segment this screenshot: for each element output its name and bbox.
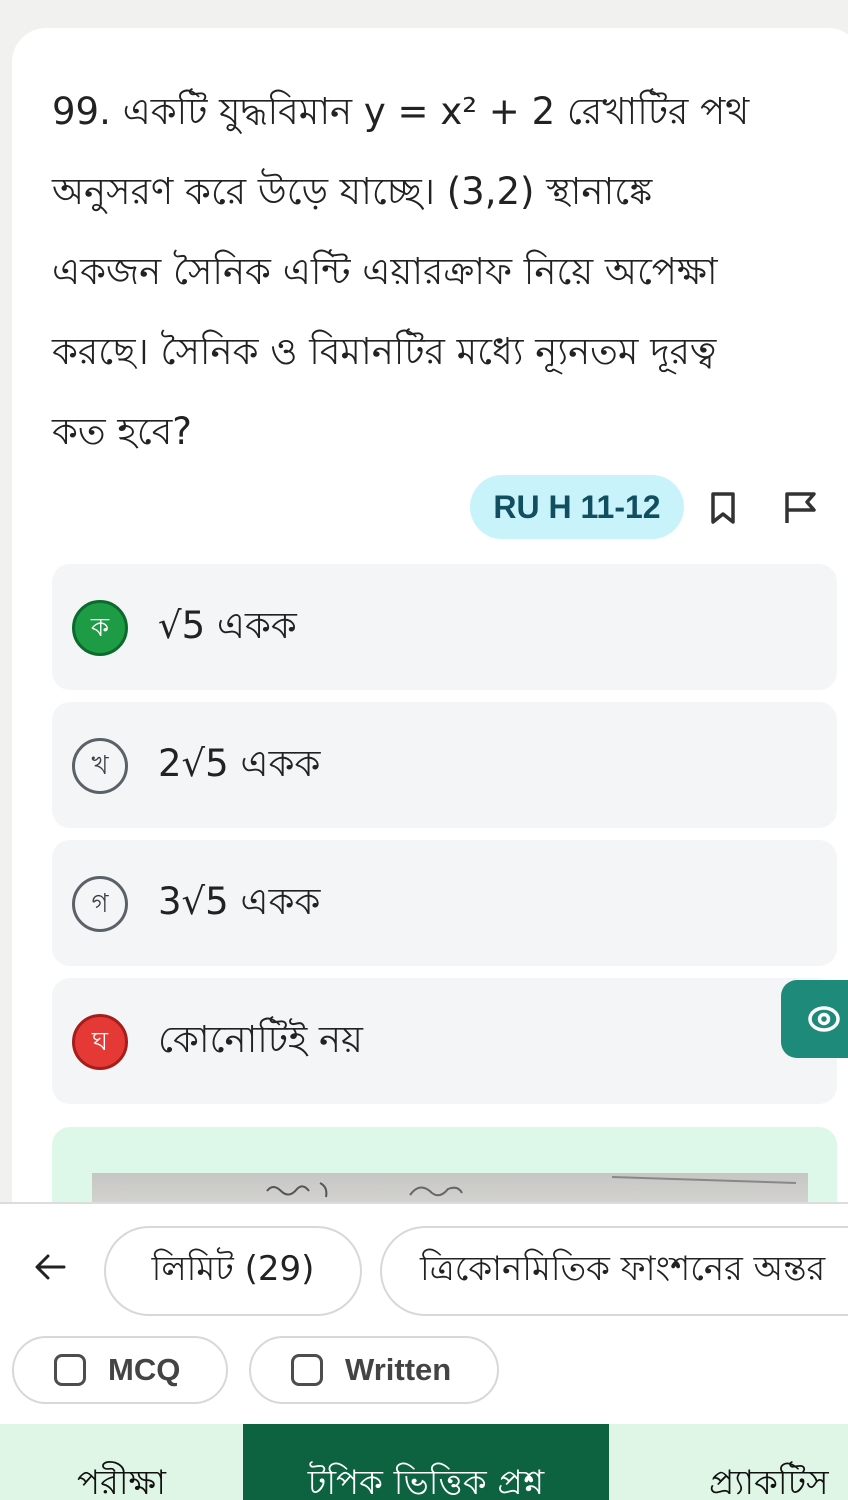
written-checkbox[interactable] bbox=[291, 1354, 323, 1386]
filter-label: MCQ bbox=[108, 1352, 181, 1387]
chip-topic[interactable]: ত্রিকোনমিতিক ফাংশনের অন্তর bbox=[380, 1226, 848, 1316]
nav-label: টপিক ভিত্তিক প্রশ্ন bbox=[307, 1463, 545, 1500]
option-badge: গ bbox=[72, 876, 128, 932]
nav-label: পরীক্ষা bbox=[77, 1463, 166, 1500]
arrow-left-icon[interactable] bbox=[32, 1252, 68, 1282]
flag-icon[interactable] bbox=[782, 491, 818, 525]
option-gha[interactable]: ঘ কোনোটিই নয় bbox=[52, 978, 837, 1104]
source-tag: RU H 11-12 bbox=[470, 475, 684, 539]
option-text: কোনোটিই নয় bbox=[158, 1017, 363, 1061]
mcq-checkbox[interactable] bbox=[54, 1354, 86, 1386]
filter-written[interactable]: Written bbox=[249, 1336, 499, 1404]
filter-label: Written bbox=[345, 1352, 452, 1387]
question-line: অনুসরণ করে উড়ে যাচ্ছে। (3,2) স্থানাঙ্কে bbox=[52, 170, 653, 213]
option-badge: খ bbox=[72, 738, 128, 794]
nav-topic-questions[interactable]: টপিক ভিত্তিক প্রশ্ন bbox=[243, 1424, 609, 1500]
option-ka[interactable]: ক √5 একক bbox=[52, 564, 837, 690]
bookmark-icon[interactable] bbox=[708, 491, 738, 525]
option-badge: ঘ bbox=[72, 1014, 128, 1070]
question-line: কত হবে? bbox=[52, 410, 192, 453]
question-line: একজন সৈনিক এন্টি এয়ারক্রাফ নিয়ে অপেক্ষ… bbox=[52, 250, 718, 293]
nav-label: প্র্যাকটিস bbox=[709, 1463, 829, 1500]
nav-practice[interactable]: প্র্যাকটিস bbox=[609, 1424, 848, 1500]
show-explanation-button[interactable] bbox=[781, 980, 848, 1058]
bottom-nav: পরীক্ষা টপিক ভিত্তিক প্রশ্ন প্র্যাকটিস bbox=[0, 1424, 848, 1500]
option-text: √5 একক bbox=[158, 603, 297, 647]
chip-label: ত্রিকোনমিতিক ফাংশনের অন্তর bbox=[420, 1248, 826, 1289]
question-line: করছে। সৈনিক ও বিমানটির মধ্যে ন্যূনতম দূর… bbox=[52, 330, 717, 373]
option-kha[interactable]: খ 2√5 একক bbox=[52, 702, 837, 828]
chip-limit[interactable]: লিমিট (29) bbox=[104, 1226, 362, 1316]
eye-icon bbox=[808, 1006, 840, 1032]
option-ga[interactable]: গ 3√5 একক bbox=[52, 840, 837, 966]
question-line: 99. একটি যুদ্ধবিমান y = x² + 2 রেখাটির প… bbox=[52, 90, 750, 133]
option-text: 3√5 একক bbox=[158, 879, 321, 923]
option-badge: ক bbox=[72, 600, 128, 656]
chip-label: লিমিট (29) bbox=[151, 1248, 315, 1289]
filter-mcq[interactable]: MCQ bbox=[12, 1336, 228, 1404]
filter-panel: লিমিট (29) ত্রিকোনমিতিক ফাংশনের অন্তর MC… bbox=[0, 1202, 848, 1424]
option-text: 2√5 একক bbox=[158, 741, 321, 785]
nav-exam[interactable]: পরীক্ষা bbox=[0, 1424, 243, 1500]
question-text: 99. একটি যুদ্ধবিমান y = x² + 2 রেখাটির প… bbox=[52, 72, 832, 472]
